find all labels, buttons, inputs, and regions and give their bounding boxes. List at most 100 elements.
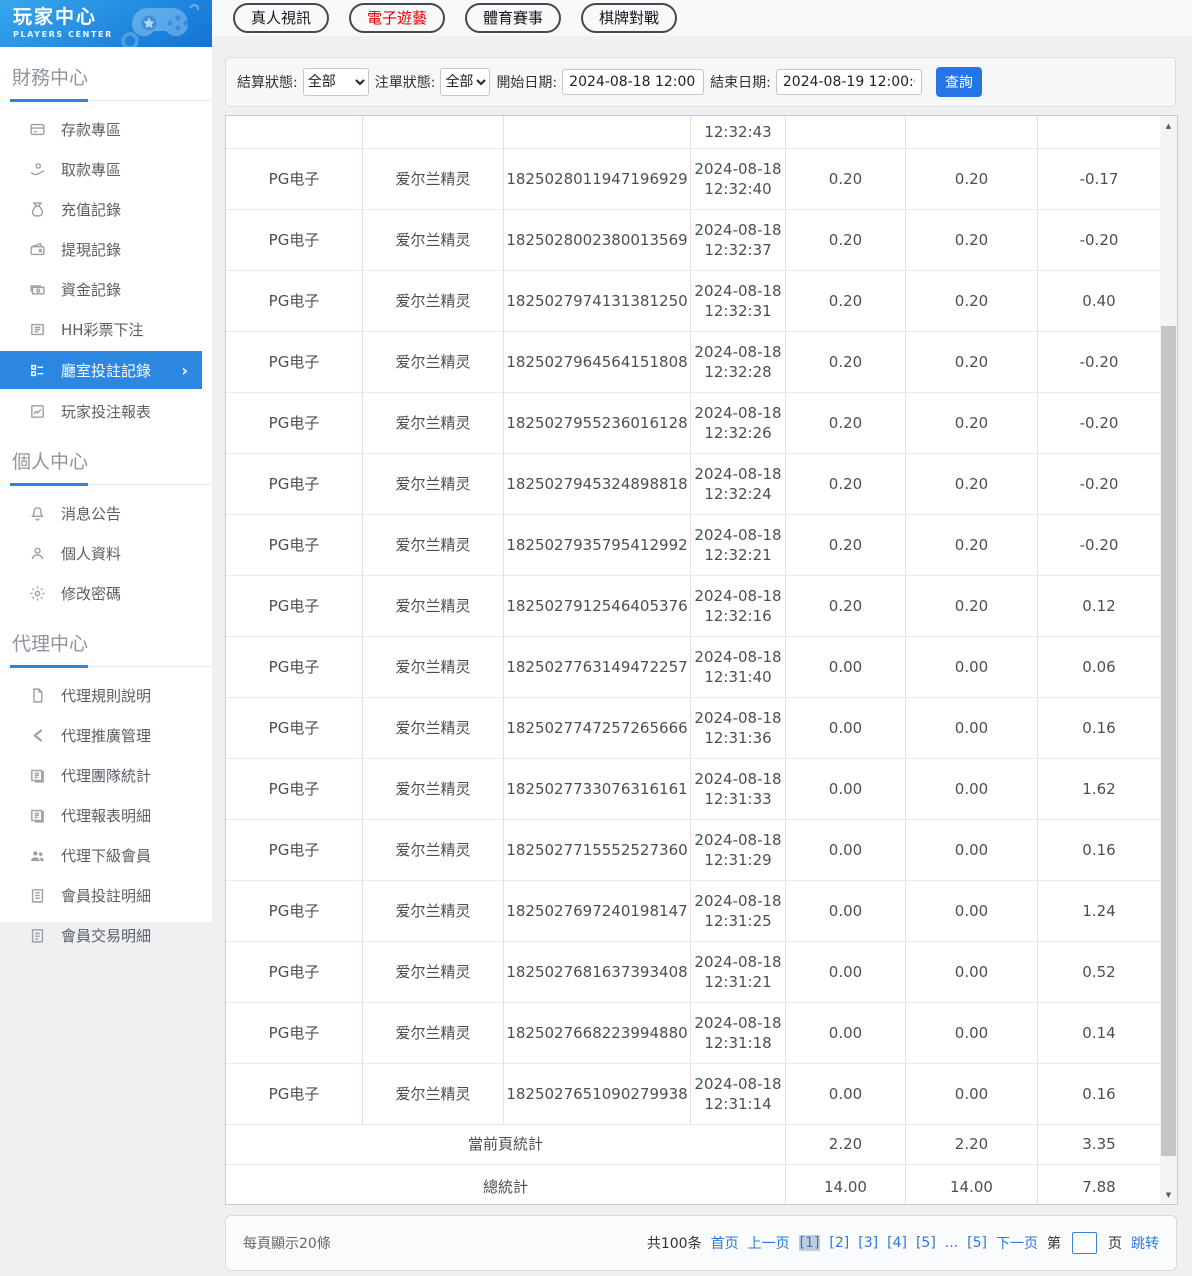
cell-profit [1038, 116, 1160, 148]
first-page-link[interactable]: 首页 [711, 1233, 739, 1253]
jump-suffix-label: 页 [1108, 1236, 1122, 1252]
category-tab-bar: 真人視訊 電子遊藝 體育賽事 棋牌對戰 [212, 0, 1192, 36]
cell-profit: 0.40 [1082, 291, 1116, 310]
cell-datetime: 2024-08-18 12:31:14 [691, 1064, 786, 1124]
settle-status-select[interactable]: 全部 [302, 68, 369, 96]
sidebar-item-recharge-records[interactable]: 充值記錄 [0, 189, 212, 229]
cell-platform: PG电子 [226, 942, 363, 1002]
cell-platform: PG电子 [226, 1064, 363, 1124]
page-number-link[interactable]: [5] [916, 1235, 936, 1251]
sidebar-item-profile[interactable]: 個人資料 [0, 533, 212, 573]
sidebar-item-agent-team-stats[interactable]: 代理團隊統計 [0, 755, 212, 795]
table-row: PG电子 爱尔兰精灵 1825027945324898818 2024-08-1… [226, 454, 1160, 515]
cell-game: 爱尔兰精灵 [363, 332, 504, 392]
jump-prefix-label: 第 [1047, 1236, 1061, 1252]
sidebar-item-agent-promotion[interactable]: 代理推廣管理 [0, 715, 212, 755]
sidebar-item-member-trade-detail[interactable]: 會員交易明細 [0, 915, 212, 955]
next-page-link[interactable]: 下一页 [996, 1233, 1038, 1253]
table-row: PG电子 爱尔兰精灵 1825027715552527360 2024-08-1… [226, 820, 1160, 881]
vertical-scrollbar[interactable]: ▲ ▼ [1160, 116, 1177, 1204]
query-button[interactable]: 查詢 [935, 67, 982, 97]
sidebar-item-change-password[interactable]: 修改密碼 [0, 573, 212, 613]
sidebar-item-deposit-area[interactable]: 存款專區 [0, 109, 212, 149]
sidebar-panel: 玩家中心 PLAYERS CENTER 財務中心 存款專區 取款專區 充值記錄 … [0, 0, 212, 945]
sidebar-item-hall-bet-records[interactable]: 廳室投註記錄 › [0, 351, 202, 389]
sidebar-item-withdraw-area[interactable]: 取款專區 [0, 149, 212, 189]
sidebar-item-label: 玩家投注報表 [61, 402, 152, 421]
cell-game: 爱尔兰精灵 [363, 698, 504, 758]
page-number-link[interactable]: [2] [829, 1235, 849, 1251]
cell-order-no: 1825027747257265666 [504, 698, 691, 758]
total-count-text: 共100条 [646, 1236, 702, 1252]
table-row: PG电子 爱尔兰精灵 1825028011947196929 2024-08-1… [226, 149, 1160, 210]
person-icon [29, 545, 46, 562]
filter-bar: 結算狀態: 全部 注單狀態: 全部 開始日期: 結束日期: 查詢 [225, 57, 1176, 107]
table-body: 12:32:43 PG电子 爱尔兰精灵 1825028011947196929 … [226, 116, 1160, 1204]
tab-electronic-games[interactable]: 電子遊藝 [349, 3, 446, 33]
cell-datetime: 2024-08-18 12:31:21 [691, 942, 786, 1002]
members-icon [29, 847, 46, 864]
page-number-link[interactable]: [3] [858, 1235, 878, 1251]
order-status-select[interactable]: 全部 [440, 68, 491, 96]
bet-records-table: 12:32:43 PG电子 爱尔兰精灵 1825028011947196929 … [225, 115, 1178, 1205]
cell-order-no: 1825027974131381250 [504, 271, 691, 331]
section-divider [10, 665, 212, 668]
scrollbar-thumb[interactable] [1161, 326, 1176, 1156]
sidebar-item-agent-rules[interactable]: 代理規則說明 [0, 675, 212, 715]
sidebar-section: 財務中心 存款專區 取款專區 充值記錄 提現記錄 資金記錄 HH彩票下注 廳室投… [0, 47, 212, 431]
page-number-link[interactable]: [4] [887, 1235, 907, 1251]
page-number-link-current[interactable]: [1] [798, 1235, 821, 1251]
section-items: 代理規則說明 代理推廣管理 代理團隊統計 代理報表明細 代理下級會員 會員投註明… [0, 675, 212, 955]
start-date-input[interactable] [562, 69, 705, 95]
cell-order-no: 1825027935795412992 [504, 515, 691, 575]
cell-profit: 1.24 [1082, 901, 1116, 920]
table-row: PG电子 爱尔兰精灵 1825028002380013569 2024-08-1… [226, 210, 1160, 271]
tab-live-video[interactable]: 真人視訊 [233, 3, 330, 33]
sidebar-item-withdrawal-records[interactable]: 提現記錄 [0, 229, 212, 269]
end-date-input[interactable] [775, 69, 922, 95]
settle-status-label: 結算狀態: [237, 75, 298, 91]
sidebar-item-label: 廳室投註記錄 [61, 361, 152, 380]
cell-datetime: 2024-08-18 12:32:26 [691, 393, 786, 453]
cell-valid-bet: 0.00 [906, 881, 1038, 941]
cell-valid-bet: 0.20 [906, 576, 1038, 636]
cell-game: 爱尔兰精灵 [363, 1003, 504, 1063]
cell-valid-bet: 0.00 [906, 698, 1038, 758]
cell-bet-amount: 0.20 [786, 332, 906, 392]
section-items: 存款專區 取款專區 充值記錄 提現記錄 資金記錄 HH彩票下注 廳室投註記錄 ›… [0, 109, 212, 431]
cell-game: 爱尔兰精灵 [363, 271, 504, 331]
sidebar-item-player-bet-report[interactable]: 玩家投注報表 [0, 391, 212, 431]
cell-profit: -0.20 [1079, 535, 1119, 554]
cell-bet-amount: 0.00 [786, 942, 906, 1002]
cell-valid-bet: 0.20 [906, 271, 1038, 331]
cell-bet-amount: 0.20 [786, 576, 906, 636]
cell-platform: PG电子 [226, 698, 363, 758]
cell-profit: 0.14 [1082, 1023, 1116, 1042]
sidebar-item-agent-report-detail[interactable]: 代理報表明細 [0, 795, 212, 835]
last-page-number-link[interactable]: [5] [967, 1235, 987, 1251]
cell-bet-amount: 0.20 [786, 393, 906, 453]
cell-order-no: 1825027955236016128 [504, 393, 691, 453]
sidebar-item-member-bet-detail[interactable]: 會員投註明細 [0, 875, 212, 915]
cell-order-no: 1825027733076316161 [504, 759, 691, 819]
report-detail-icon [29, 807, 46, 824]
sidebar-item-funds-records[interactable]: 資金記錄 [0, 269, 212, 309]
sidebar-item-hh-lottery-bets[interactable]: HH彩票下注 [0, 309, 212, 349]
scroll-down-icon[interactable]: ▼ [1160, 1186, 1177, 1203]
scroll-up-icon[interactable]: ▲ [1160, 117, 1177, 134]
sidebar-item-agent-sub-members[interactable]: 代理下級會員 [0, 835, 212, 875]
tab-sports-events[interactable]: 體育賽事 [465, 3, 562, 33]
tab-board-card-games[interactable]: 棋牌對戰 [581, 3, 678, 33]
sidebar-item-announcements[interactable]: 消息公告 [0, 493, 212, 533]
jump-page-input[interactable] [1072, 1232, 1097, 1254]
cell-valid-bet: 0.00 [906, 820, 1038, 880]
table-row: PG电子 爱尔兰精灵 1825027912546405376 2024-08-1… [226, 576, 1160, 637]
jump-button[interactable]: 跳转 [1131, 1233, 1159, 1253]
ticket-list-icon [29, 321, 46, 338]
sidebar-item-label: 存款專區 [61, 120, 122, 139]
section-items: 消息公告 個人資料 修改密碼 [0, 493, 212, 613]
cell-profit: 0.16 [1082, 840, 1116, 859]
cell-profit: -0.20 [1079, 413, 1119, 432]
cell-bet-amount: 0.00 [786, 820, 906, 880]
prev-page-link[interactable]: 上一页 [748, 1233, 790, 1253]
